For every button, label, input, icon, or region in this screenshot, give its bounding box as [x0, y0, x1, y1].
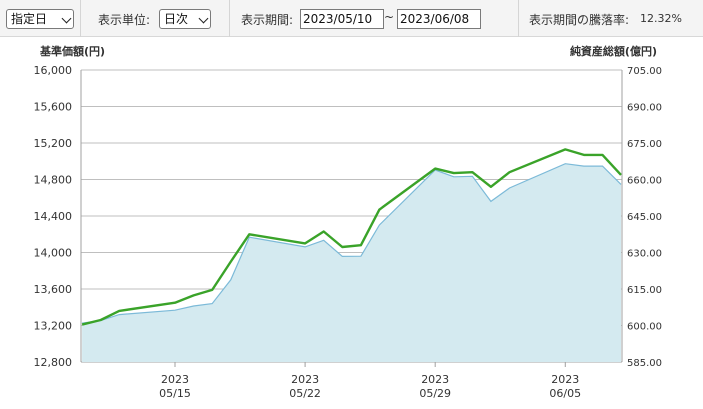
right-axis-title: 純資産総額(億円)	[570, 44, 657, 58]
toolbar-divider	[229, 0, 230, 37]
right-tick-label: 600.00	[627, 322, 662, 333]
x-tick-date: 05/29	[419, 387, 451, 400]
chart-toolbar: 指定日 表示単位: 日次 表示期間: 2023/05/10 ~ 2023/06/…	[0, 0, 703, 37]
date-from-input[interactable]: 2023/05/10	[300, 9, 384, 29]
left-tick-label: 14,400	[34, 210, 73, 223]
chevron-down-icon	[61, 13, 72, 24]
left-tick-label: 13,200	[34, 320, 73, 333]
x-axis: 202305/15202305/22202305/29202306/05	[159, 362, 581, 400]
chevron-down-icon	[198, 13, 209, 24]
unit-label: 表示単位:	[98, 13, 151, 27]
left-tick-label: 12,800	[34, 356, 73, 369]
left-tick-label: 15,200	[34, 137, 73, 150]
left-axis: 16,000 15,600 15,200 14,800 14,400 14,000 13,6…	[34, 64, 73, 369]
left-tick-label: 16,000	[34, 64, 73, 77]
x-tick-year: 2023	[421, 373, 449, 386]
x-tick-year: 2023	[291, 373, 319, 386]
date-range-separator: ~	[384, 10, 395, 24]
left-tick-label: 14,800	[34, 174, 73, 187]
left-tick-label: 15,600	[34, 101, 73, 114]
nav-chart: 基準価額(円) 純資産総額(億円) 16,000 15,600 15,200 14,8…	[34, 44, 663, 400]
reference-select-value: 指定日	[11, 12, 48, 26]
period-rate-value: 12.32%	[640, 12, 682, 25]
left-axis-title: 基準価額(円)	[39, 44, 105, 58]
right-tick-label: 615.00	[627, 285, 662, 296]
reference-select[interactable]: 指定日	[6, 9, 74, 29]
x-tick-year: 2023	[161, 373, 189, 386]
right-tick-label: 705.00	[627, 66, 662, 77]
right-tick-label: 675.00	[627, 139, 662, 150]
left-tick-label: 14,000	[34, 247, 73, 260]
right-tick-label: 585.00	[627, 358, 662, 369]
left-tick-label: 13,600	[34, 283, 73, 296]
right-tick-label: 630.00	[627, 249, 662, 260]
date-to-input[interactable]: 2023/06/08	[397, 9, 481, 29]
x-tick-date: 05/22	[289, 387, 321, 400]
unit-select[interactable]: 日次	[159, 9, 211, 29]
unit-select-value: 日次	[164, 12, 189, 26]
toolbar-divider	[80, 0, 81, 37]
net-assets-area-fill	[82, 163, 621, 362]
period-rate-label: 表示期間の騰落率:	[529, 13, 630, 27]
net-assets-area	[82, 163, 622, 362]
right-axis: 705.00 690.00 675.00 660.00 645.00 630.00 615.…	[627, 66, 662, 369]
x-tick-date: 06/05	[549, 387, 581, 400]
x-tick-year: 2023	[551, 373, 579, 386]
period-label: 表示期間:	[241, 13, 294, 27]
right-tick-label: 690.00	[627, 103, 662, 114]
x-tick-date: 05/15	[159, 387, 191, 400]
right-tick-label: 660.00	[627, 176, 662, 187]
right-tick-label: 645.00	[627, 212, 662, 223]
toolbar-divider	[518, 0, 519, 37]
